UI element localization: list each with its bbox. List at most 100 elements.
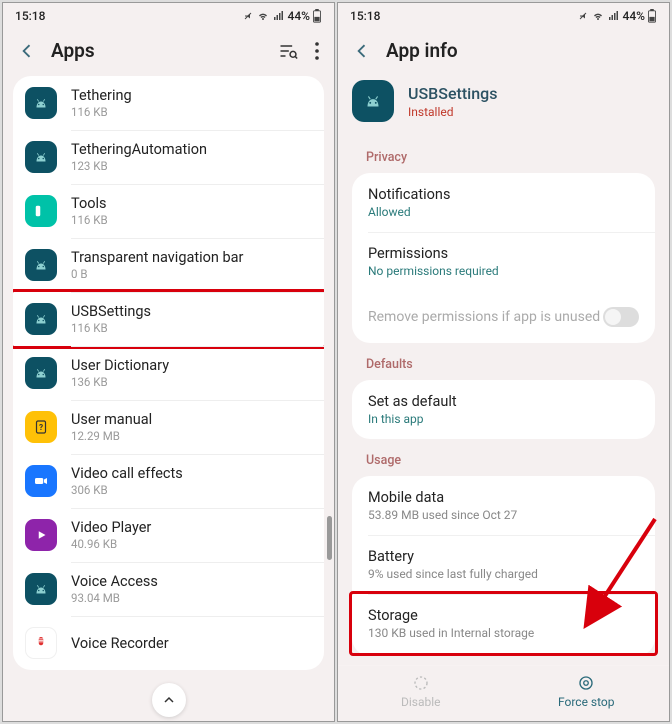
privacy-section-label: Privacy [348,136,659,173]
app-row-voice-access[interactable]: Voice Access 93.04 MB [13,562,324,616]
battery-icon [312,9,322,23]
info-title: Storage [368,607,639,624]
chevron-up-icon [161,692,177,708]
scroll-to-top-button[interactable] [152,683,186,717]
app-name: Transparent navigation bar [71,249,312,266]
app-name: User Dictionary [71,357,312,374]
app-row-tethering[interactable]: Tethering 116 KB [13,76,324,130]
page-title: Apps [51,39,264,62]
app-name: Voice Access [71,573,312,590]
svg-text:?: ? [39,423,43,433]
toggle-label: Remove permissions if app is unused [368,309,600,325]
app-sub: 306 KB [71,483,312,497]
play-icon [25,519,57,551]
video-call-icon [25,465,57,497]
app-row-transparent-navigation-bar[interactable]: Transparent navigation bar 0 B [13,238,324,292]
android-icon [25,249,57,281]
android-icon [362,90,384,112]
status-indicators: 44% [577,9,657,23]
battery-percent: 44% [623,9,645,23]
toggle-switch[interactable] [603,307,639,327]
back-icon[interactable] [352,41,372,61]
storage-row[interactable]: Storage 130 KB used in Internal storage [349,591,658,656]
app-row-voice-recorder[interactable]: Voice Recorder [13,616,324,670]
app-row-user-manual[interactable]: ? User manual 12.29 MB [13,400,324,454]
app-name: Voice Recorder [71,635,312,652]
app-name: TetheringAutomation [71,141,312,158]
info-sub: 130 KB used in Internal storage [368,626,639,640]
app-row-video-player[interactable]: Video Player 40.96 KB [13,508,324,562]
notifications-row[interactable]: Notifications Allowed [352,173,655,232]
status-time: 15:18 [15,9,45,23]
manual-icon: ? [25,411,57,443]
set-as-default-row[interactable]: Set as default In this app [352,380,655,439]
info-sub: In this app [368,412,639,426]
app-header-name: USBSettings [408,84,497,103]
android-icon [25,573,57,605]
scrollbar[interactable] [327,516,332,560]
remove-permissions-toggle-row[interactable]: Remove permissions if app is unused [352,291,655,343]
app-list-content: Tethering 116 KB TetheringAutomation 123… [3,76,334,721]
info-title: Permissions [368,245,639,262]
app-row-video-call-effects[interactable]: Video call effects 306 KB [13,454,324,508]
app-row-tetheringautomation[interactable]: TetheringAutomation 123 KB [13,130,324,184]
recorder-icon [25,627,57,659]
app-name: Tools [71,195,312,212]
app-header-status: Installed [408,105,497,119]
info-sub: Allowed [368,205,639,219]
usage-card: Mobile data 53.89 MB used since Oct 27 B… [352,476,655,656]
battery-percent: 44% [288,9,310,23]
defaults-section-label: Defaults [348,343,659,380]
usage-section-label: Usage [348,439,659,476]
app-header-icon [352,80,394,122]
privacy-card: Notifications Allowed Permissions No per… [352,173,655,343]
app-sub: 12.29 MB [71,429,312,443]
info-title: Mobile data [368,489,639,506]
app-name: USBSettings [71,303,312,320]
info-title: Notifications [368,186,639,203]
info-sub: 9% used since last fully charged [368,567,639,581]
app-name: Video call effects [71,465,312,482]
page-title: App info [386,39,655,62]
app-info-content: Privacy Notifications Allowed Permission… [338,136,669,665]
search-filter-icon[interactable] [278,41,298,61]
app-sub: 0 B [71,267,312,281]
app-row-usbsettings[interactable]: USBSettings 116 KB [13,289,324,349]
wifi-icon [256,10,270,22]
mobile-data-row[interactable]: Mobile data 53.89 MB used since Oct 27 [352,476,655,535]
android-icon [25,87,57,119]
force-stop-button[interactable]: Force stop [504,666,670,721]
app-sub: 93.04 MB [71,591,312,605]
app-sub: 123 KB [71,159,312,173]
signal-icon [272,10,286,22]
defaults-card: Set as default In this app [352,380,655,439]
app-header: USBSettings Installed [338,76,669,136]
app-sub: 116 KB [71,321,312,335]
mute-icon [242,10,254,22]
permissions-row[interactable]: Permissions No permissions required [352,232,655,291]
android-icon [25,357,57,389]
battery-icon [647,9,657,23]
signal-icon [607,10,621,22]
back-icon[interactable] [17,41,37,61]
wifi-icon [591,10,605,22]
status-indicators: 44% [242,9,322,23]
app-name: Video Player [71,519,312,536]
more-icon[interactable] [314,41,320,61]
info-sub: No permissions required [368,264,639,278]
phone-left: 15:18 44% Apps Tethering 116 KB Tetherin… [2,2,335,722]
tools-icon [25,195,57,227]
status-bar: 15:18 44% [338,3,669,29]
disable-label: Disable [401,695,441,709]
app-row-user-dictionary[interactable]: User Dictionary 136 KB [13,346,324,400]
app-name: Tethering [71,87,312,104]
app-sub: 116 KB [71,213,312,227]
android-icon [25,303,57,335]
info-title: Battery [368,548,639,565]
app-list-card: Tethering 116 KB TetheringAutomation 123… [13,76,324,670]
app-row-tools[interactable]: Tools 116 KB [13,184,324,238]
app-sub: 116 KB [71,105,312,119]
battery-row[interactable]: Battery 9% used since last fully charged [352,535,655,594]
disable-button: Disable [338,666,504,721]
info-title: Set as default [368,393,639,410]
